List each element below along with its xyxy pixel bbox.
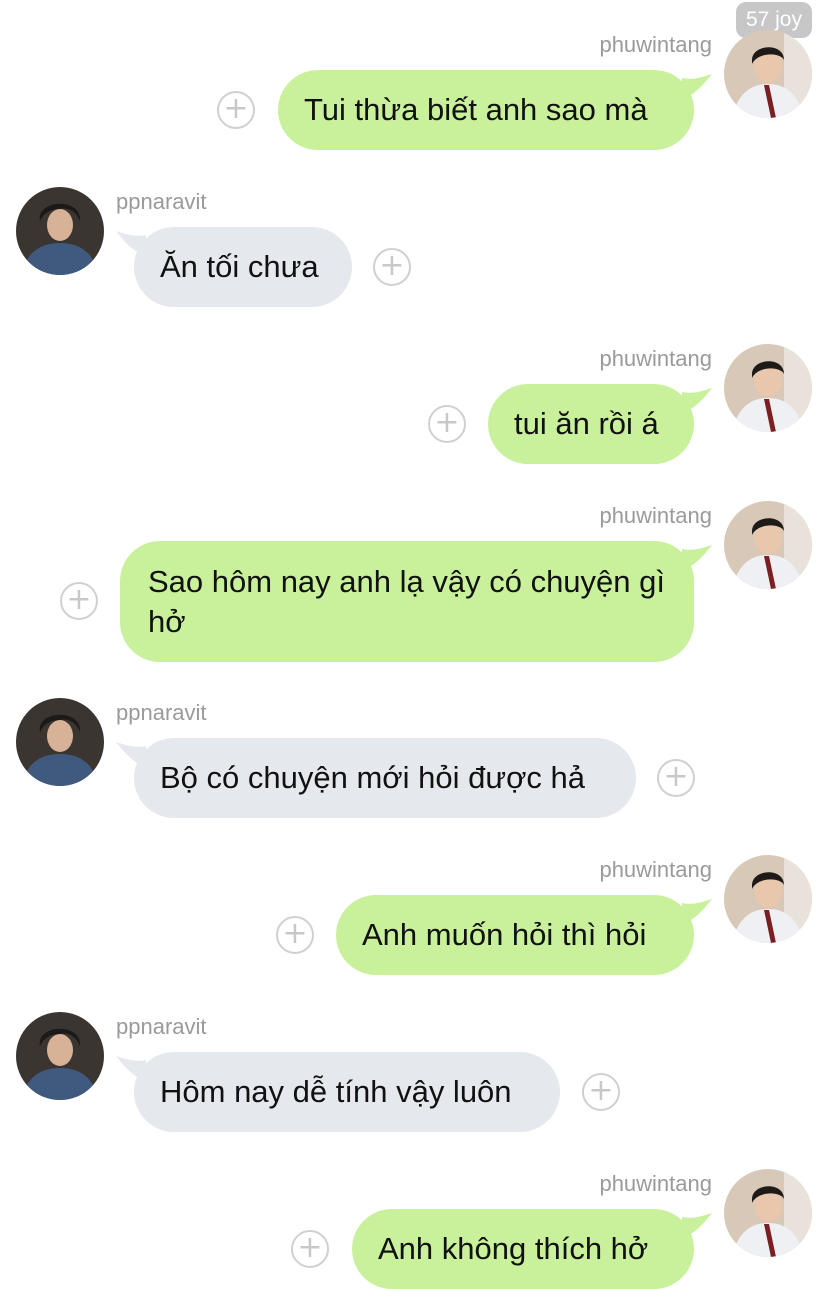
avatar-phuwintang[interactable]: [724, 1169, 812, 1257]
avatar-phuwintang[interactable]: [724, 501, 812, 589]
add-reaction-icon[interactable]: +: [657, 759, 695, 797]
message-bubble[interactable]: Tui thừa biết anh sao mà: [278, 70, 694, 150]
message-bubble[interactable]: Anh không thích hở: [352, 1209, 694, 1289]
username-label: phuwintang: [599, 346, 712, 371]
avatar-phuwintang[interactable]: [724, 30, 812, 118]
message-row: phuwintang Tui thừa biết anh sao mà +: [0, 30, 828, 160]
username-label: ppnaravit: [116, 700, 207, 725]
message-row: phuwintang tui ăn rồi á +: [0, 344, 828, 474]
add-reaction-icon[interactable]: +: [217, 91, 255, 129]
message-row: phuwintang Anh không thích hở +: [0, 1169, 828, 1289]
avatar-phuwintang[interactable]: [724, 344, 812, 432]
username-label: phuwintang: [599, 32, 712, 57]
message-bubble[interactable]: Bộ có chuyện mới hỏi được hả: [134, 738, 636, 818]
username-label: phuwintang: [599, 857, 712, 882]
message-row: phuwintang Anh muốn hỏi thì hỏi +: [0, 855, 828, 985]
message-bubble[interactable]: Hôm nay dễ tính vậy luôn: [134, 1052, 560, 1132]
add-reaction-icon[interactable]: +: [60, 582, 98, 620]
add-reaction-icon[interactable]: +: [582, 1073, 620, 1111]
username-label: phuwintang: [599, 1171, 712, 1196]
message-row: phuwintang Sao hôm nay anh lạ vậy có chu…: [0, 501, 828, 666]
message-bubble[interactable]: Anh muốn hỏi thì hỏi: [336, 895, 694, 975]
add-reaction-icon[interactable]: +: [276, 916, 314, 954]
add-reaction-icon[interactable]: +: [373, 248, 411, 286]
message-bubble[interactable]: Ăn tối chưa: [134, 227, 352, 307]
add-reaction-icon[interactable]: +: [291, 1230, 329, 1268]
message-row: ppnaravit Ăn tối chưa +: [0, 187, 828, 317]
add-reaction-icon[interactable]: +: [428, 405, 466, 443]
message-row: ppnaravit Hôm nay dễ tính vậy luôn +: [0, 1012, 828, 1142]
username-label: phuwintang: [599, 503, 712, 528]
avatar-ppnaravit[interactable]: [16, 698, 104, 786]
message-bubble[interactable]: tui ăn rồi á: [488, 384, 694, 464]
avatar-ppnaravit[interactable]: [16, 187, 104, 275]
avatar-ppnaravit[interactable]: [16, 1012, 104, 1100]
username-label: ppnaravit: [116, 189, 207, 214]
message-row: ppnaravit Bộ có chuyện mới hỏi được hả +: [0, 698, 828, 828]
username-label: ppnaravit: [116, 1014, 207, 1039]
avatar-phuwintang[interactable]: [724, 855, 812, 943]
message-bubble[interactable]: Sao hôm nay anh lạ vậy có chuyện gì hở: [120, 541, 694, 662]
